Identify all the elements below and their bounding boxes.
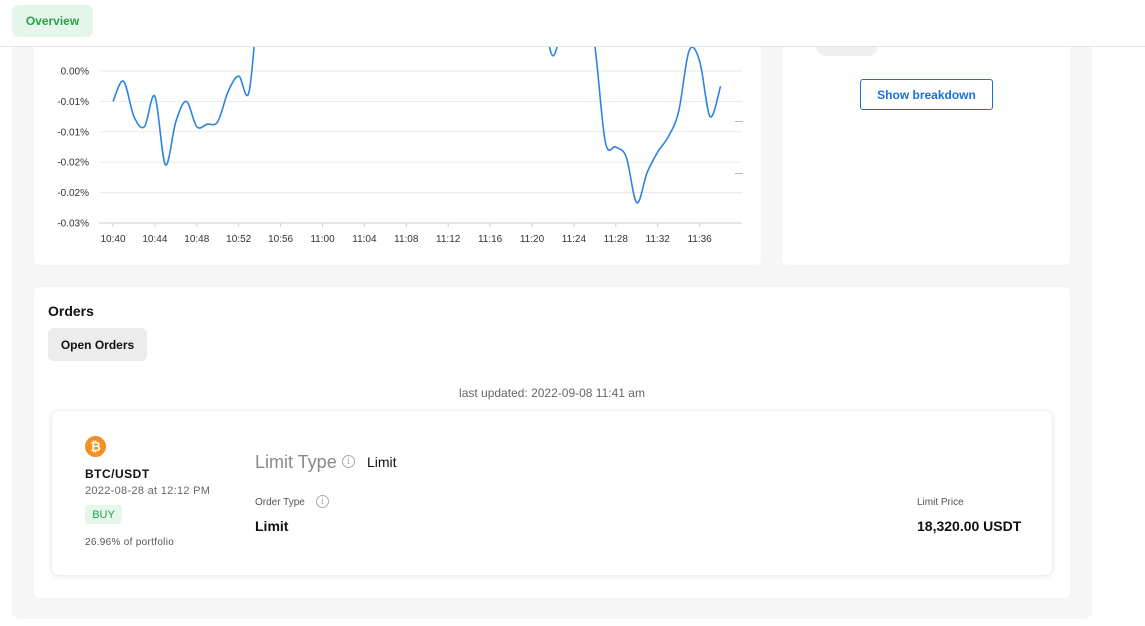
tab-overview[interactable]: Overview (12, 5, 93, 37)
limit-type-value: Limit (367, 454, 397, 470)
limit-price-label: Limit Price (917, 497, 964, 508)
x-tick-label: 11:20 (520, 234, 545, 245)
top-bar: Overview (0, 0, 1145, 47)
limit-type-label: Limit Type (255, 452, 337, 472)
bitcoin-icon: ₿ (85, 436, 106, 457)
performance-chart-card: 0.00% -0.01% -0.01% -0.02% -0.02% -0.03% 10:40… (34, 40, 761, 265)
x-tick-label: 11:32 (646, 234, 671, 245)
x-tick-label: 11:36 (687, 234, 712, 245)
y-tick-label: -0.03% (57, 219, 89, 230)
x-tick-label: 11:00 (310, 234, 335, 245)
x-tick-label: 11:24 (562, 234, 587, 245)
last-updated-text: last updated: 2022-09-08 11:41 am (459, 386, 645, 400)
order-date: 2022-08-28 at 12:12 PM (85, 485, 211, 497)
info-icon[interactable]: i (342, 455, 355, 468)
y-tick-label: -0.01% (57, 127, 89, 138)
axis-tick-mark (735, 173, 743, 174)
open-orders-tab[interactable]: Open Orders (48, 328, 147, 361)
y-tick-label: -0.02% (57, 158, 89, 169)
order-side-badge: BUY (85, 505, 122, 524)
show-breakdown-button[interactable]: Show breakdown (860, 79, 993, 110)
order-row[interactable]: ₿ BTC/USDT 2022-08-28 at 12:12 PM BUY 26… (51, 410, 1053, 576)
order-pair: BTC/USDT (85, 467, 150, 481)
series-line (112, 40, 722, 204)
x-tick-label: 11:12 (436, 234, 461, 245)
axis-tick-mark (735, 121, 743, 122)
limit-price-value: 18,320.00 USDT (917, 518, 1022, 534)
x-tick-label: 11:08 (394, 234, 419, 245)
x-tick-label: 11:16 (478, 234, 503, 245)
allocation-card: Show breakdown (782, 40, 1070, 265)
x-tick-label: 11:04 (352, 234, 377, 245)
y-tick-label: -0.01% (57, 97, 89, 108)
performance-line-chart: 0.00% -0.01% -0.01% -0.02% -0.02% -0.03% 10:40… (57, 40, 742, 245)
order-type-label: Order Type (255, 497, 305, 508)
y-tick-label: 0.00% (61, 67, 89, 78)
x-tick-label: 10:48 (184, 234, 209, 245)
y-tick-label: -0.02% (57, 188, 89, 199)
portfolio-share: 26.96% of portfolio (85, 537, 175, 548)
order-type-value: Limit (255, 518, 289, 534)
x-tick-label: 10:56 (268, 234, 293, 245)
info-icon[interactable]: i (316, 495, 329, 508)
x-tick-label: 10:40 (100, 234, 125, 245)
orders-card: Orders Open Orders last updated: 2022-09… (34, 287, 1070, 598)
x-tick-label: 11:28 (604, 234, 629, 245)
x-tick-label: 10:52 (226, 234, 251, 245)
orders-title: Orders (48, 303, 94, 319)
x-tick-label: 10:44 (142, 234, 167, 245)
